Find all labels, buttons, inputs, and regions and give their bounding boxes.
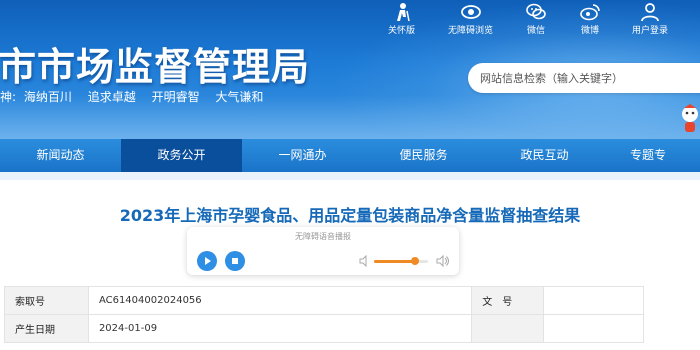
- site-search: [468, 63, 700, 93]
- play-icon: [205, 257, 211, 265]
- nav-interaction[interactable]: 政民互动: [484, 139, 605, 172]
- meta-label: 索取号: [4, 286, 89, 315]
- top-tools: 关怀版 无障碍浏览 微信 微博 用户登录: [380, 2, 700, 36]
- nav-subbar: [0, 172, 700, 180]
- stop-button[interactable]: [225, 251, 245, 271]
- motto-item: 追求卓越: [87, 90, 136, 104]
- volume-low-icon: [359, 255, 367, 267]
- motto-prefix: 神:: [0, 90, 17, 104]
- tool-user-login[interactable]: 用户登录: [632, 2, 668, 36]
- nav-topics[interactable]: 专题专: [605, 139, 695, 172]
- table-row: 索取号 AC61404002024056 文 号: [4, 286, 644, 315]
- volume-slider[interactable]: [374, 257, 428, 265]
- accessibility-eye-icon: [460, 5, 481, 19]
- tool-accessibility[interactable]: 无障碍浏览: [448, 2, 493, 36]
- nav-one-stop-service[interactable]: 一网通办: [242, 139, 363, 172]
- tool-label: 用户登录: [632, 26, 669, 36]
- tool-weibo[interactable]: 微博: [579, 2, 601, 36]
- meta-value: 2024-01-09: [87, 314, 473, 343]
- tool-label: 微信: [526, 26, 545, 36]
- volume-fill: [374, 260, 415, 263]
- meta-label: 文 号: [471, 286, 545, 315]
- elder-care-icon: [396, 3, 410, 22]
- user-login-icon: [641, 3, 659, 22]
- nav-government-affairs[interactable]: 政务公开: [121, 139, 242, 172]
- nav-news[interactable]: 新闻动态: [0, 139, 121, 172]
- meta-value: AC61404002024056: [87, 286, 473, 315]
- article-title: 2023年上海市孕婴食品、用品定量包装商品净含量监督抽查结果: [119, 206, 581, 225]
- volume-knob[interactable]: [410, 257, 419, 265]
- search-input[interactable]: [468, 63, 688, 93]
- motto-item: 海纳百川: [23, 90, 72, 104]
- motto-item: 开明睿智: [151, 90, 200, 104]
- tool-label: 微博: [580, 26, 599, 36]
- motto-item: 大气谦和: [215, 90, 264, 104]
- meta-empty: [543, 314, 644, 343]
- tool-label: 关怀版: [388, 26, 416, 36]
- tool-label: 无障碍浏览: [448, 26, 494, 36]
- site-title[interactable]: 市市场监督管理局: [0, 36, 310, 91]
- nav-public-service[interactable]: 便民服务: [363, 139, 484, 172]
- volume-high-icon: [436, 254, 449, 268]
- document-meta-table: 索取号 AC61404002024056 文 号 产生日期 2024-01-09: [4, 286, 644, 343]
- motto: 神: 海纳百川 追求卓越 开明睿智 大气谦和: [0, 88, 275, 105]
- player-title: 无障碍语音播报: [295, 232, 351, 241]
- table-row: 产生日期 2024-01-09: [4, 314, 644, 343]
- site-header: 市市场监督管理局 神: 海纳百川 追求卓越 开明睿智 大气谦和 关怀版 无障碍浏…: [0, 0, 700, 139]
- meta-empty: [471, 314, 545, 343]
- stop-icon: [232, 258, 238, 264]
- meta-value: [543, 286, 644, 315]
- audio-player: 无障碍语音播报: [187, 227, 459, 275]
- play-button[interactable]: [197, 251, 217, 271]
- wechat-icon: [526, 3, 546, 20]
- tool-wechat[interactable]: 微信: [525, 2, 547, 36]
- main-nav: 新闻动态 政务公开 一网通办 便民服务 政民互动 专题专: [0, 139, 700, 172]
- tool-elder-care[interactable]: 关怀版: [388, 2, 415, 36]
- meta-label: 产生日期: [4, 314, 89, 343]
- weibo-icon: [580, 4, 600, 21]
- mascot-icon: [682, 104, 698, 132]
